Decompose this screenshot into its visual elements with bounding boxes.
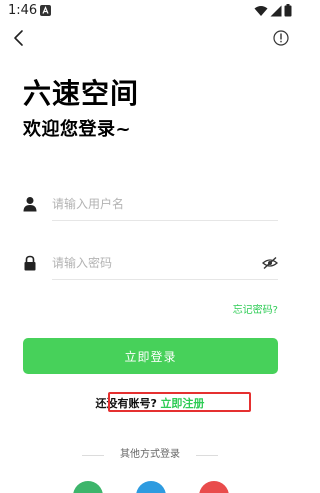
lock-icon [24, 255, 36, 271]
eye-off-icon[interactable] [262, 255, 278, 271]
highlight-annotation-box [108, 392, 251, 412]
username-field [22, 187, 278, 221]
signal-icon [270, 5, 282, 16]
password-input[interactable] [52, 246, 248, 279]
back-button[interactable] [10, 29, 28, 47]
other-login-label: 其他方式登录 [120, 449, 180, 460]
divider-line-right [196, 455, 218, 456]
username-input[interactable] [52, 187, 278, 220]
other-login-divider: 其他方式登录 [0, 448, 300, 462]
app-title: 六速空间 [23, 77, 140, 110]
notification-icon [40, 5, 51, 16]
status-icons [254, 4, 292, 17]
wechat-login-button[interactable] [73, 481, 103, 493]
password-underline [52, 279, 278, 280]
login-button[interactable]: 立即登录 [23, 338, 278, 374]
password-field [22, 246, 278, 280]
status-time: 1:46 [8, 3, 38, 18]
battery-icon [284, 4, 292, 17]
wifi-icon [254, 5, 268, 16]
forgot-password-link[interactable]: 忘记密码? [233, 304, 278, 318]
info-icon[interactable] [273, 30, 289, 46]
weibo-login-button[interactable] [199, 481, 229, 493]
qq-login-button[interactable] [136, 481, 166, 493]
user-icon [23, 197, 37, 212]
welcome-subtitle: 欢迎您登录~ [23, 119, 132, 140]
status-bar: 1:46 [0, 0, 300, 22]
username-underline [52, 220, 278, 221]
